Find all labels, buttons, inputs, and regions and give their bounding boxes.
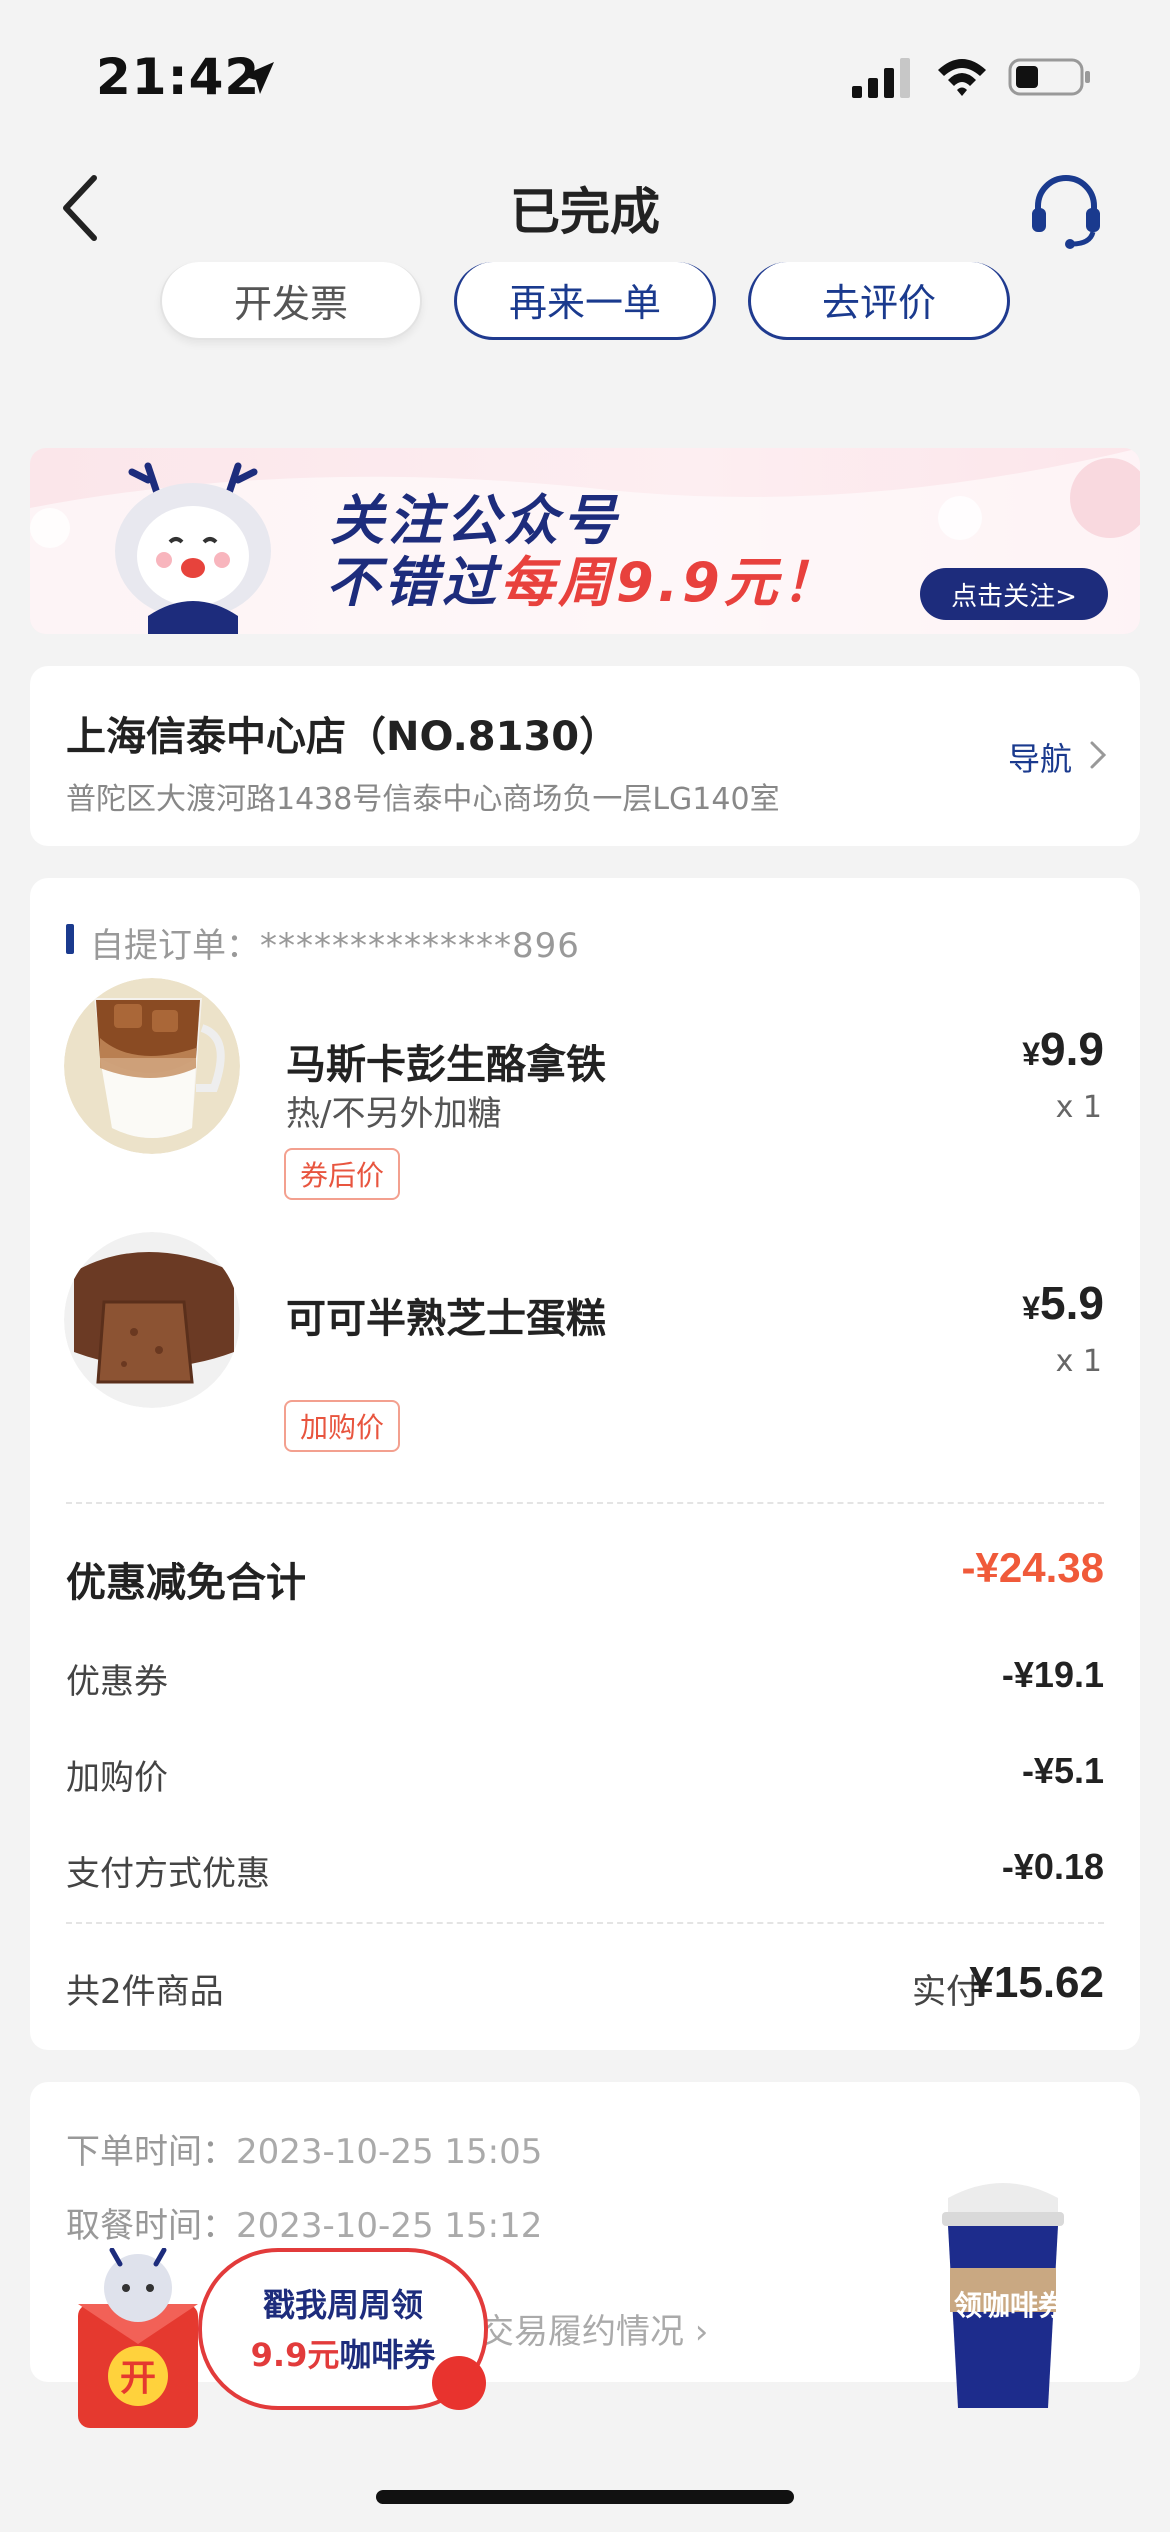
trade-fulfillment-link[interactable]: 交易履约情况 › bbox=[480, 2304, 708, 2353]
order-time-value: 2023-10-25 15:05 bbox=[236, 2132, 543, 2172]
discount-label: 优惠券 bbox=[66, 1662, 168, 1702]
discount-total-label: 优惠减免合计 bbox=[66, 1560, 306, 1606]
trade-link-label: 交易履约情况 bbox=[480, 2312, 684, 2352]
latte-product-image bbox=[64, 978, 240, 1154]
discount-row: 优惠券 -¥19.1 bbox=[66, 1654, 1104, 1704]
discount-value: -¥0.18 bbox=[1001, 1846, 1104, 1887]
promo-line-1: 戳我周周领 bbox=[262, 2286, 423, 2324]
status-bar: 21:42 bbox=[0, 0, 1170, 150]
banner-subheadline: 不错过每周9.9元！ bbox=[326, 538, 840, 617]
battery-icon bbox=[1008, 58, 1090, 96]
cake-product-image bbox=[64, 1232, 240, 1408]
follow-account-banner[interactable]: 关注公众号 不错过每周9.9元！ 点击关注> bbox=[30, 448, 1140, 634]
paid-amount: ¥15.62 bbox=[969, 1958, 1104, 2007]
red-packet-icon[interactable]: 开 bbox=[70, 2248, 210, 2434]
promo-close-dot[interactable] bbox=[432, 2356, 486, 2410]
location-arrow-icon bbox=[242, 62, 274, 94]
divider bbox=[66, 1922, 1104, 1924]
discount-value: -¥5.1 bbox=[1021, 1750, 1104, 1791]
store-name: 上海信泰中心店（NO.8130） bbox=[66, 714, 620, 760]
navigation-link[interactable]: 导航 bbox=[1008, 734, 1072, 780]
red-packet-label: 开 bbox=[120, 2358, 156, 2399]
home-indicator[interactable] bbox=[376, 2490, 794, 2504]
cellular-signal-icon bbox=[852, 58, 910, 98]
reorder-button[interactable]: 再来一单 bbox=[454, 262, 716, 340]
deer-mascot-icon bbox=[115, 462, 271, 634]
page-title: 已完成 bbox=[510, 183, 660, 241]
store-address: 普陀区大渡河路1438号信泰中心商场负一层LG140室 bbox=[66, 782, 780, 817]
store-card: 上海信泰中心店（NO.8130） 普陀区大渡河路1438号信泰中心商场负一层LG… bbox=[30, 666, 1140, 846]
order-time-label: 下单时间： bbox=[66, 2132, 236, 2172]
item-price: ¥5.9 bbox=[1022, 1276, 1104, 1330]
pickup-time-value: 2023-10-25 15:12 bbox=[236, 2206, 543, 2246]
currency-symbol: ¥ bbox=[1022, 1290, 1041, 1326]
discount-label: 支付方式优惠 bbox=[66, 1854, 270, 1894]
review-button[interactable]: 去评价 bbox=[748, 262, 1010, 340]
discount-total-value: -¥24.38 bbox=[961, 1544, 1104, 1591]
promo-highlight: 9.9元 bbox=[250, 2336, 340, 2374]
order-actions: 开发票 再来一单 去评价 bbox=[0, 262, 1170, 342]
item-count: 共2件商品 bbox=[66, 1972, 224, 2012]
wifi-icon bbox=[938, 59, 986, 96]
item-price-tag: 加购价 bbox=[284, 1400, 401, 1452]
order-number: 自提订单：**************896 bbox=[90, 918, 580, 967]
coffee-cup-label[interactable]: 领咖啡券 bbox=[940, 2284, 1080, 2324]
order-card: 自提订单：**************896 马斯卡彭生酪拿铁 热/不另外加糖 … bbox=[30, 878, 1140, 2050]
item-price: ¥9.9 bbox=[1022, 1022, 1104, 1076]
promo-suffix: 咖啡券 bbox=[339, 2336, 436, 2374]
order-time: 下单时间：2023-10-25 15:05 bbox=[66, 2124, 542, 2173]
item-options: 热/不另外加糖 bbox=[286, 1094, 502, 1134]
currency-symbol: ¥ bbox=[1022, 1036, 1041, 1072]
order-item: 可可半熟芝士蛋糕 加购价 ¥5.9 x 1 bbox=[30, 1220, 1140, 1460]
item-name: 可可半熟芝士蛋糕 bbox=[286, 1296, 606, 1342]
divider bbox=[66, 1502, 1104, 1504]
order-number-value: **************896 bbox=[260, 926, 580, 966]
item-name: 马斯卡彭生酪拿铁 bbox=[286, 1042, 606, 1088]
discount-value: -¥19.1 bbox=[1001, 1654, 1104, 1695]
discount-label: 加购价 bbox=[66, 1758, 168, 1798]
chevron-right-icon[interactable] bbox=[1086, 738, 1110, 772]
item-price-tag: 券后价 bbox=[284, 1148, 401, 1200]
invoice-button[interactable]: 开发票 bbox=[160, 262, 422, 340]
item-quantity: x 1 bbox=[1055, 1090, 1102, 1125]
order-item: 马斯卡彭生酪拿铁 热/不另外加糖 券后价 ¥9.9 x 1 bbox=[30, 966, 1140, 1206]
nav-bar: 已完成 bbox=[0, 150, 1170, 270]
pickup-time: 取餐时间：2023-10-25 15:12 bbox=[66, 2198, 542, 2247]
item-price-value: 9.9 bbox=[1040, 1023, 1104, 1075]
order-number-label: 自提订单： bbox=[90, 926, 260, 966]
follow-button[interactable]: 点击关注> bbox=[920, 568, 1108, 620]
discount-row: 支付方式优惠 -¥0.18 bbox=[66, 1846, 1104, 1896]
banner-subheadline-highlight: 每周9.9元！ bbox=[500, 551, 840, 614]
customer-service-headset-icon[interactable] bbox=[1028, 170, 1104, 250]
discount-row: 加购价 -¥5.1 bbox=[66, 1750, 1104, 1800]
item-quantity: x 1 bbox=[1055, 1344, 1102, 1379]
order-label-accent bbox=[66, 924, 74, 954]
item-price-value: 5.9 bbox=[1040, 1277, 1104, 1329]
pickup-time-label: 取餐时间： bbox=[66, 2206, 236, 2246]
status-time: 21:42 bbox=[96, 48, 261, 106]
banner-subheadline-prefix: 不错过 bbox=[326, 551, 500, 614]
